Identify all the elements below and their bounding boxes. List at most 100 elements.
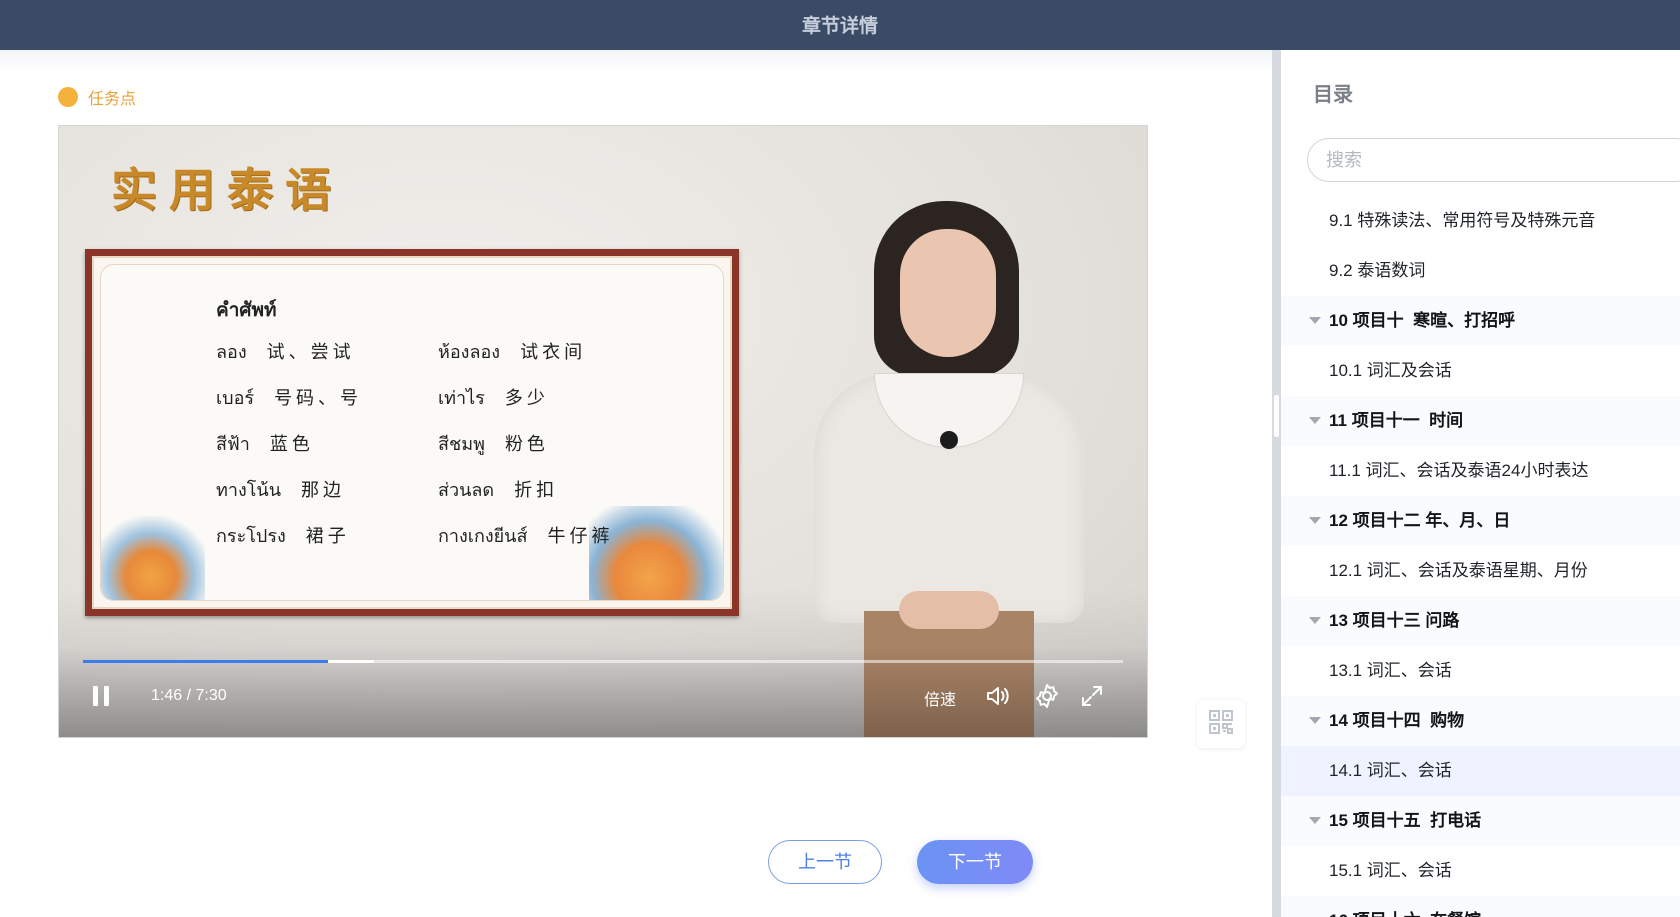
vocab-item: ส่วนลด 折扣 (438, 475, 558, 504)
vocab-thai: กางเกงยีนส์ (438, 526, 528, 547)
vocab-chinese: 粉色 (504, 434, 549, 455)
toc-section[interactable]: 13.1 词汇、会话 (1281, 646, 1680, 696)
toc-item-label: 15 项目十五 打电话 (1329, 811, 1482, 830)
chevron-down-icon[interactable] (1309, 617, 1321, 624)
toc-item-label: 9.2 泰语数词 (1329, 261, 1426, 280)
vocab-row: เบอร์ 号码、号 เท่าไร 多少 (216, 383, 636, 429)
toc-section[interactable]: 12.1 词汇、会话及泰语星期、月份 (1281, 546, 1680, 596)
toc-title: 目录 (1313, 84, 1353, 106)
time-display: 1:46 / 7:30 (151, 687, 227, 704)
vocab-chinese: 试衣间 (520, 342, 587, 363)
task-dot-icon (58, 87, 78, 107)
page-header: 章节详情 (0, 0, 1680, 50)
chevron-down-icon[interactable] (1309, 317, 1321, 324)
toc-item-label: 14.1 词汇、会话 (1329, 761, 1452, 780)
volume-icon[interactable] (984, 683, 1010, 709)
vocab-thai: ลอง (216, 342, 247, 363)
panel-splitter[interactable] (1272, 50, 1281, 917)
vocab-chinese: 那边 (301, 480, 346, 501)
toc-chapter[interactable]: 11 项目十一 时间 (1281, 396, 1680, 446)
toc-chapter[interactable]: 15 项目十五 打电话 (1281, 796, 1680, 846)
progress-played (83, 660, 329, 663)
toc-section[interactable]: 9.2 泰语数词 (1281, 246, 1680, 296)
vocab-thai: ทางโน้น (216, 480, 282, 501)
toc-item-label: 12.1 词汇、会话及泰语星期、月份 (1329, 561, 1588, 580)
vocab-thai: ส่วนลด (438, 480, 495, 501)
vocab-chinese: 蓝色 (269, 434, 314, 455)
settings-icon[interactable] (1034, 683, 1060, 709)
page-title: 章节详情 (801, 16, 878, 37)
slide-title: 实用泰语 (111, 163, 343, 217)
vocab-heading: คำศัพท์ (216, 299, 277, 321)
next-section-button[interactable]: 下一节 (917, 840, 1033, 884)
toc-sidebar: 目录 9.1 特殊读法、常用符号及特殊元音 9.2 泰语数词 10 项目十 寒暄、打… (1281, 50, 1680, 917)
toc-section[interactable]: 15.1 词汇、会话 (1281, 846, 1680, 896)
vocab-item: กางเกงยีนส์ 牛仔裤 (438, 521, 613, 550)
qr-code-icon (1208, 709, 1234, 740)
vocab-chinese: 裙子 (305, 526, 350, 547)
vocab-chinese: 试、尝试 (266, 342, 355, 363)
vocab-thai: เท่าไร (438, 388, 485, 409)
vocab-row: ลอง 试、尝试 ห้องลอง 试衣间 (216, 337, 636, 383)
vocab-item: ลอง 试、尝试 (216, 337, 355, 366)
toc-chapter[interactable]: 16 项目十六 在餐馆 (1281, 896, 1680, 917)
vocab-row: สีฟ้า 蓝色 สีชมพู 粉色 (216, 429, 636, 475)
vocab-thai: สีฟ้า (216, 434, 250, 455)
toc-item-label: 14 项目十四 购物 (1329, 711, 1465, 730)
toc-item-label: 9.1 特殊读法、常用符号及特殊元音 (1329, 211, 1596, 230)
vocab-item: ห้องลอง 试衣间 (438, 337, 586, 366)
task-point-label: 任务点 (58, 86, 136, 108)
toc-item-label: 12 项目十二 年、月、日 (1329, 511, 1511, 530)
vocab-item: เบอร์ 号码、号 (216, 383, 362, 412)
chevron-down-icon[interactable] (1309, 817, 1321, 824)
toc-item-label: 11.1 词汇、会话及泰语24小时表达 (1329, 461, 1589, 480)
toc-chapter[interactable]: 10 项目十 寒暄、打招呼 (1281, 296, 1680, 346)
splitter-grip[interactable] (1274, 395, 1279, 437)
vocab-list: ลอง 试、尝试 ห้องลอง 试衣间 เบอร์ 号码、号 เท่าไร 多少 สีฟ้า 蓝… (216, 337, 636, 567)
flower-decoration (101, 516, 205, 600)
toc-section[interactable]: 10.1 词汇及会话 (1281, 346, 1680, 396)
pause-icon[interactable] (89, 684, 113, 708)
fullscreen-icon[interactable] (1079, 683, 1105, 709)
toc-chapter[interactable]: 12 项目十二 年、月、日 (1281, 496, 1680, 546)
toc-list: 9.1 特殊读法、常用符号及特殊元音 9.2 泰语数词 10 项目十 寒暄、打招呼 1… (1281, 196, 1680, 917)
vocab-chinese: 号码、号 (274, 388, 363, 409)
vocab-chinese: 多少 (504, 388, 549, 409)
toc-section[interactable]: 14.1 词汇、会话 (1281, 746, 1680, 796)
vocab-row: ทางโน้น 那边 ส่วนลด 折扣 (216, 475, 636, 521)
chevron-down-icon[interactable] (1309, 717, 1321, 724)
chevron-down-icon[interactable] (1309, 517, 1321, 524)
toc-item-label: 15.1 词汇、会话 (1329, 861, 1452, 880)
vocab-thai: สีชมพู (438, 434, 485, 455)
video-player[interactable]: 实用泰语 คำศัพท์ ลอง 试、尝试 ห้องลอง 试衣间 เบอร์ 号码、号เ… (58, 125, 1148, 738)
toc-item-label: 13 项目十三 问路 (1329, 611, 1460, 630)
vocab-chinese: 牛仔裤 (547, 526, 614, 547)
toc-item-label: 16 项目十六 在餐馆 (1329, 911, 1481, 917)
toc-item-label: 13.1 词汇、会话 (1329, 661, 1452, 680)
vocab-item: สีฟ้า 蓝色 (216, 429, 314, 458)
qr-code-button[interactable] (1197, 700, 1245, 748)
vocab-thai: ห้องลอง (438, 342, 501, 363)
playback-speed-button[interactable]: 倍速 (924, 686, 956, 710)
vocab-thai: กระโปรง (216, 526, 286, 547)
toc-search-input[interactable] (1307, 138, 1680, 182)
vocab-chinese: 折扣 (514, 480, 559, 501)
vocab-item: เท่าไร 多少 (438, 383, 549, 412)
toc-chapter[interactable]: 14 项目十四 购物 (1281, 696, 1680, 746)
chevron-down-icon[interactable] (1309, 417, 1321, 424)
vocab-item: ทางโน้น 那边 (216, 475, 345, 504)
vocab-row: กระโปรง 裙子 กางเกงยีนส์ 牛仔裤 (216, 521, 636, 567)
vocab-board: คำศัพท์ ลอง 试、尝试 ห้องลอง 试衣间 เบอร์ 号码、号 เท่าไร… (85, 249, 739, 616)
toc-chapter[interactable]: 13 项目十三 问路 (1281, 596, 1680, 646)
vocab-thai: เบอร์ (216, 388, 255, 409)
vocab-item: กระโปรง 裙子 (216, 521, 350, 550)
toc-section[interactable]: 11.1 词汇、会话及泰语24小时表达 (1281, 446, 1680, 496)
microphone-icon (940, 431, 958, 449)
toc-item-label: 10 项目十 寒暄、打招呼 (1329, 311, 1516, 330)
toc-item-label: 11 项目十一 时间 (1329, 411, 1464, 430)
previous-section-button[interactable]: 上一节 (768, 840, 882, 884)
video-progress-bar[interactable] (83, 660, 1123, 663)
task-point-text: 任务点 (88, 91, 137, 108)
video-controls: 1:46 / 7:30 倍速 (59, 647, 1147, 737)
toc-section[interactable]: 9.1 特殊读法、常用符号及特殊元音 (1281, 196, 1680, 246)
